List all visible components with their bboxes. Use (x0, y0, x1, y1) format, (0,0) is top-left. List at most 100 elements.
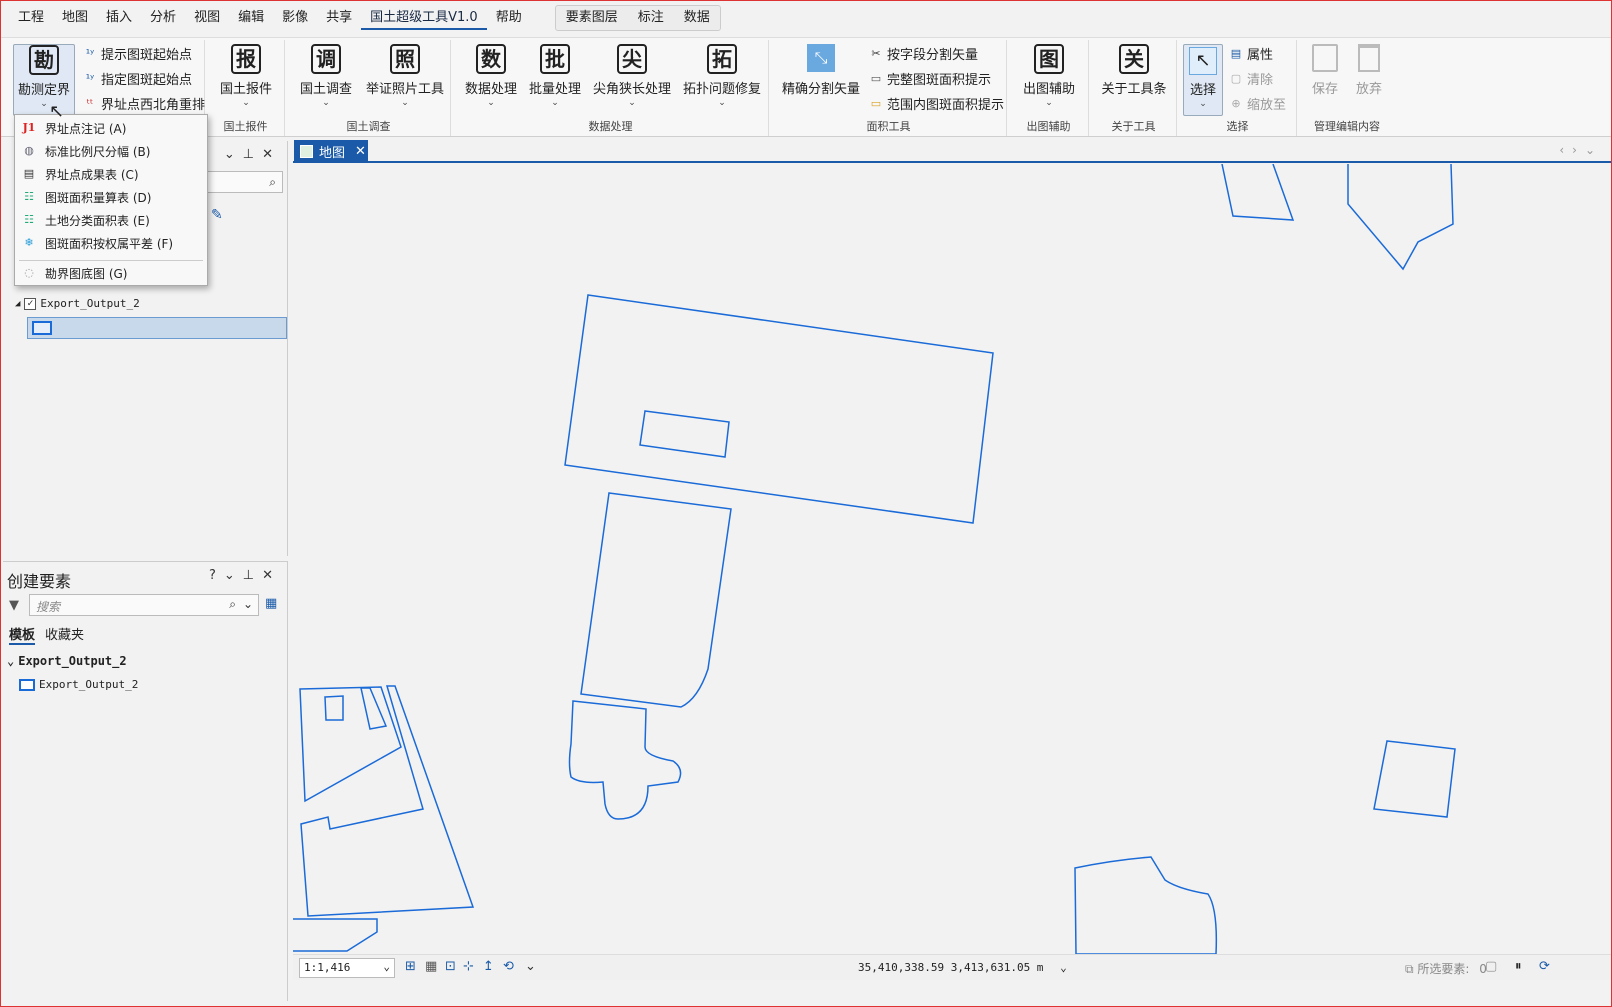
split-by-field-button[interactable]: ✂ 按字段分割矢量 (869, 44, 978, 63)
panel-controls: ?⌄⊥✕ (209, 568, 281, 583)
tab-help[interactable]: 帮助 (487, 6, 531, 30)
tab-nav-controls[interactable]: ‹›⌄ (1559, 143, 1603, 157)
hint-start-point-label: 提示图斑起始点 (101, 48, 193, 63)
polygon-feature (299, 686, 402, 803)
refresh-icon[interactable]: ⟲ (503, 959, 514, 974)
polygon-feature (293, 918, 378, 952)
measure-icon[interactable]: ⊹ (463, 959, 474, 974)
pin-icon[interactable]: ⊥ (243, 147, 262, 162)
tab-land-tools[interactable]: 国土超级工具V1.0 (361, 6, 487, 30)
investigate-button[interactable]: 调 国土调查 ⌄ (293, 44, 359, 109)
precise-split-button[interactable]: ⤡ 精确分割矢量 (779, 44, 863, 97)
range-area-hint-button[interactable]: ▭ 范围内图斑面积提示 (869, 94, 1004, 113)
tab-imagery[interactable]: 影像 (273, 6, 317, 30)
create-search-input[interactable]: 搜索 ⌕ ⌄ (29, 594, 259, 616)
layer-symbol-row[interactable] (27, 317, 287, 339)
clear-button[interactable]: ▢ 清除 (1229, 69, 1273, 88)
menu-item-area-calc-table[interactable]: ☷ 图斑面积量算表 (D) (21, 187, 151, 207)
pin-icon[interactable]: ⊥ (243, 568, 262, 583)
tab-share[interactable]: 共享 (317, 6, 361, 30)
close-icon[interactable]: ✕ (355, 144, 366, 159)
chevron-down-icon[interactable]: ⌄ (224, 568, 243, 583)
north-icon[interactable]: ↥ (483, 959, 494, 974)
manage-templates-icon[interactable]: ▦ (265, 596, 277, 611)
chevron-down-icon[interactable]: ⌄ (224, 147, 243, 162)
menu-item-sheet-division[interactable]: ◍ 标准比例尺分幅 (B) (21, 141, 150, 161)
tab-map[interactable]: 地图 (53, 6, 97, 30)
about-toolbar-button[interactable]: 关 关于工具条 (1097, 44, 1171, 97)
chevron-down-icon[interactable]: ⌄ (1060, 961, 1067, 974)
tab-edit[interactable]: 编辑 (229, 6, 273, 30)
app-window: 工程 地图 插入 分析 视图 编辑 影像 共享 国土超级工具V1.0 帮助 要素… (0, 0, 1612, 1007)
tab-insert[interactable]: 插入 (97, 6, 141, 30)
template-row[interactable]: Export_Output_2 (19, 678, 138, 691)
batch-process-button[interactable]: 批 批量处理 ⌄ (525, 44, 585, 109)
paint-icon[interactable]: ✎ (211, 207, 223, 223)
menu-item-area-adjust[interactable]: ❄ 图斑面积按权属平差 (F) (21, 233, 173, 253)
expand-icon[interactable]: ◢ (15, 299, 20, 309)
polygon-feature (580, 492, 732, 708)
layer-row[interactable]: ◢ ✓ Export_Output_2 (15, 297, 140, 310)
discard-button[interactable]: 放弃 (1349, 44, 1389, 97)
photo-tool-button[interactable]: 照 举证照片工具 ⌄ (361, 44, 449, 109)
help-icon[interactable]: ? (209, 568, 224, 583)
map-features[interactable] (293, 164, 1565, 954)
tab-data[interactable]: 数据 (674, 6, 720, 30)
menu-item-basemap[interactable]: ◌ 勘界图底图 (G) (21, 263, 127, 283)
photo-icon: 照 (390, 44, 420, 74)
attributes-button[interactable]: ▤ 属性 (1229, 44, 1273, 63)
speech-bubble-icon: ▭ (870, 72, 882, 85)
layer-visibility-checkbox[interactable]: ✓ (24, 297, 37, 310)
tab-view[interactable]: 视图 (185, 6, 229, 30)
close-icon[interactable]: ✕ (262, 147, 281, 162)
data-process-button[interactable]: 数 数据处理 ⌄ (461, 44, 521, 109)
tab-favorites[interactable]: 收藏夹 (45, 624, 84, 643)
scale-select[interactable]: 1:1,416 ⌄ (299, 958, 395, 978)
menu-item-boundary-table[interactable]: ▤ 界址点成果表 (C) (21, 164, 139, 184)
attributes-icon: ▤ (1230, 47, 1242, 60)
hint-start-point-button[interactable]: ¹ʸ 提示图斑起始点 (83, 44, 192, 63)
menu-item-land-class-table[interactable]: ☷ 土地分类面积表 (E) (21, 210, 150, 230)
map-output-button[interactable]: 图 出图辅助 ⌄ (1015, 44, 1083, 109)
menu-item-boundary-label[interactable]: J1 界址点注记 (A) (21, 118, 127, 138)
report-button[interactable]: 报 国土报件 ⌄ (213, 44, 279, 109)
template-name: Export_Output_2 (39, 678, 139, 691)
map-canvas[interactable] (293, 164, 1565, 954)
tab-feature-layer[interactable]: 要素图层 (556, 6, 628, 30)
chevron-down-icon[interactable]: ⌄ (7, 654, 14, 668)
layout-icon[interactable]: ⊡ (445, 959, 456, 974)
about-group-label: 关于工具 (1111, 120, 1156, 133)
tab-analysis[interactable]: 分析 (141, 6, 185, 30)
tab-templates[interactable]: 模板 (9, 624, 36, 645)
polygon-feature (360, 687, 388, 730)
select-label: 选择 (1189, 83, 1216, 98)
table-grid-icon[interactable]: ▦ (425, 959, 437, 974)
full-area-hint-button[interactable]: ▭ 完整图斑面积提示 (869, 69, 991, 88)
reorder-nw-button[interactable]: ᵗᵗ 界址点西北角重排 (83, 94, 205, 113)
refresh-icon[interactable]: ⟳ (1539, 959, 1550, 974)
tab-map-view[interactable]: 地图 ✕ (294, 140, 368, 162)
close-icon[interactable]: ✕ (262, 568, 281, 583)
sharp-angle-button[interactable]: 尖 尖角狭长处理 ⌄ (589, 44, 675, 109)
chevron-down-icon[interactable]: ⌄ (243, 597, 253, 611)
survey-button[interactable]: 勘 勘测定界 ⌄ (13, 44, 75, 116)
filter-icon[interactable]: ▼ (9, 598, 19, 613)
zoom-to-button[interactable]: ⊕ 缩放至 (1229, 94, 1286, 113)
select-button[interactable]: ↖ 选择 ⌄ (1183, 44, 1223, 116)
grid-icon[interactable]: ⊞ (405, 959, 416, 974)
polygon-feature (324, 695, 344, 721)
about-label: 关于工具条 (1101, 82, 1167, 97)
pause-icon[interactable]: ⏸ (1515, 959, 1522, 974)
save-button[interactable]: 保存 (1305, 44, 1345, 97)
template-group-row[interactable]: ⌄ Export_Output_2 (7, 654, 127, 668)
chevron-down-icon: ⌄ (487, 98, 495, 108)
tab-labeling[interactable]: 标注 (628, 6, 674, 30)
select-by-rect-icon[interactable]: ▢ (1485, 959, 1497, 974)
topology-fix-button[interactable]: 拓 拓扑问题修复 ⌄ (679, 44, 765, 109)
chevron-down-icon[interactable]: ⌄ (525, 959, 536, 974)
tab-project[interactable]: 工程 (9, 6, 53, 30)
set-start-point-button[interactable]: ¹ʸ 指定图斑起始点 (83, 69, 192, 88)
survey-icon: 勘 (29, 45, 59, 75)
polygon-feature (564, 294, 994, 524)
contents-search-input[interactable]: ⌕ (203, 171, 283, 193)
